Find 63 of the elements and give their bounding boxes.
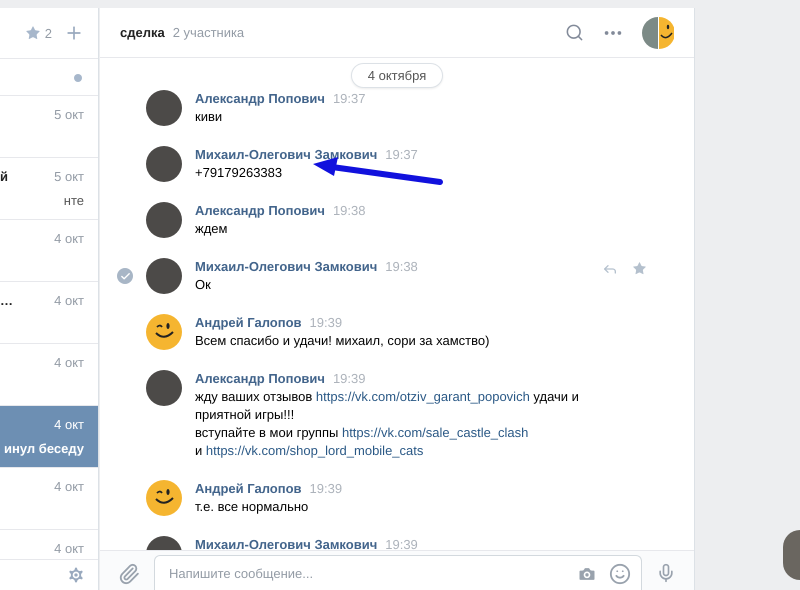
status-dot — [74, 74, 82, 82]
photo-placeholder — [146, 90, 182, 126]
dialog-snippet: инул беседу — [4, 441, 84, 456]
message-text: вступайте в мои группы https://vk.com/sale_castle_clash — [195, 424, 528, 442]
message-text: ждем — [195, 220, 228, 238]
message-link[interactable]: https://vk.com/shop_lord_mobile_cats — [206, 443, 424, 458]
dialog-date: 5 окт — [54, 169, 84, 184]
photo-placeholder — [146, 258, 182, 294]
dialog-date: 4 окт — [54, 417, 84, 432]
message-time: 19:39 — [310, 314, 342, 332]
smiley-avatar — [146, 314, 182, 350]
photo-placeholder — [146, 202, 182, 238]
message-time: 19:39 — [310, 480, 342, 498]
dialog-date: 5 окт — [54, 107, 84, 122]
photo-placeholder — [146, 370, 182, 406]
message-time: 19:37 — [385, 146, 418, 164]
dialog-title: … — [0, 293, 13, 308]
dialog-date: 4 окт — [54, 231, 84, 246]
message-text: приятной игры!!! — [195, 406, 294, 424]
message-time: 19:39 — [385, 536, 418, 550]
message-text: +79179263383 — [195, 164, 282, 182]
attach-icon[interactable] — [118, 563, 140, 585]
search-icon[interactable] — [565, 23, 584, 42]
dialog-snippet: нте — [64, 193, 84, 208]
message-text: Ок — [195, 276, 211, 294]
dialog-date: 4 окт — [54, 293, 84, 308]
dialog-title: й — [0, 169, 8, 184]
message-text: т.е. все нормально — [195, 498, 308, 516]
star-icon[interactable] — [24, 25, 41, 41]
star-icon[interactable] — [632, 261, 647, 276]
settings-icon[interactable] — [66, 565, 86, 585]
message-time: 19:37 — [332, 90, 366, 108]
message-text: и https://vk.com/shop_lord_mobile_cats — [195, 442, 424, 460]
smiley-avatar — [146, 480, 182, 516]
smile-icon[interactable] — [609, 562, 631, 584]
message-time: 19:39 — [332, 370, 366, 388]
photo-placeholder — [783, 530, 800, 580]
message-text: жду ваших отзывов https://vk.com/otziv_garant_popovich удачи и — [195, 388, 579, 406]
message-link[interactable]: https://vk.com/sale_castle_clash — [342, 425, 528, 440]
author-name[interactable]: Александр Попович — [195, 90, 325, 108]
author-name[interactable]: Михаил-Олегович Замкович — [195, 536, 378, 550]
chat-title: сделка — [120, 25, 165, 40]
author-name[interactable]: Александр Попович — [195, 202, 325, 220]
dialog-row[interactable]: 4 окт инул беседу — [0, 406, 98, 468]
author-name[interactable]: Александр Попович — [195, 370, 325, 388]
dialog-date: 4 окт — [54, 355, 84, 370]
author-name[interactable]: Михаил-Олегович Замкович — [195, 146, 378, 164]
author-name[interactable]: Михаил-Олегович Замкович — [195, 258, 378, 276]
date-divider: 4 октября — [350, 63, 444, 88]
group-avatar[interactable] — [642, 16, 674, 48]
dialog-date: 4 окт — [54, 541, 84, 556]
author-name[interactable]: Андрей Галопов — [195, 314, 302, 332]
message-text: Всем спасибо и удачи! михаил, сори за хамство) — [195, 332, 490, 350]
selected-check-icon[interactable] — [117, 268, 133, 284]
message-field[interactable]: Напишите сообщение... — [154, 555, 642, 590]
message-text: киви — [195, 108, 222, 126]
message-time: 19:38 — [385, 258, 418, 276]
message-time: 19:38 — [332, 202, 366, 220]
message-link[interactable]: https://vk.com/otziv_garant_popovich — [316, 389, 530, 404]
favorites-count: 2 — [44, 26, 52, 40]
author-name[interactable]: Андрей Галопов — [195, 480, 302, 498]
dialog-date: 4 окт — [54, 479, 84, 494]
photo-placeholder — [146, 146, 182, 182]
